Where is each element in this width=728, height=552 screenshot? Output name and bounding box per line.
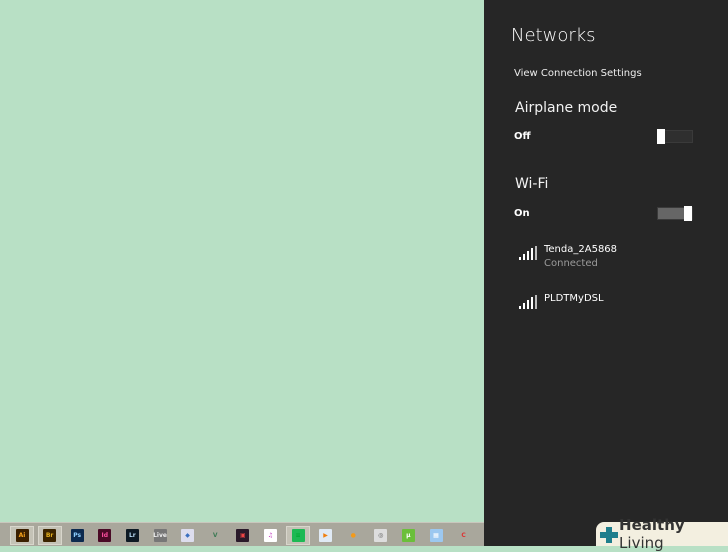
taskbar-app-app-diamond[interactable]: ◆ xyxy=(176,526,200,545)
taskbar-app-bridge[interactable]: Br xyxy=(37,526,62,545)
taskbar-app-orange-app[interactable]: ● xyxy=(341,526,365,545)
itunes-icon: ♫ xyxy=(263,529,277,542)
healthy-living-watermark: Healthy Living xyxy=(596,516,728,552)
photoshop-icon: Ps xyxy=(70,529,84,542)
toggle-knob xyxy=(684,206,692,221)
wifi-toggle[interactable] xyxy=(657,206,693,221)
bridge-icon: Br xyxy=(43,529,57,542)
taskbar-app-ccleaner[interactable]: C xyxy=(452,526,476,545)
taskbar-app-media-player[interactable]: ▶ xyxy=(314,526,338,545)
networks-panel: Networks View Connection Settings Airpla… xyxy=(484,0,728,546)
wifi-signal-icon xyxy=(519,246,537,260)
view-connection-settings-link[interactable]: View Connection Settings xyxy=(514,68,642,79)
taskbar-app-disc-app[interactable]: ◎ xyxy=(369,526,393,545)
taskbar-app-lightroom[interactable]: Lr xyxy=(120,526,144,545)
taskbar-app-vectorizer[interactable]: V xyxy=(203,526,227,545)
taskbar-app-media-app[interactable]: ▣ xyxy=(231,526,255,545)
taskbar-app-live[interactable]: Live xyxy=(148,526,172,545)
vectorizer-icon: V xyxy=(212,532,218,539)
airplane-mode-heading: Airplane mode xyxy=(515,100,618,116)
taskbar-app-calculator[interactable]: ▦ xyxy=(424,526,448,545)
airplane-mode-toggle[interactable] xyxy=(657,129,693,144)
airplane-mode-state: Off xyxy=(514,131,531,142)
app-diamond-icon: ◆ xyxy=(181,529,195,542)
ccleaner-icon: C xyxy=(461,532,466,539)
spotify-icon: ≡ xyxy=(291,529,305,542)
cross-logo-icon xyxy=(600,525,619,543)
taskbar-app-spotify[interactable]: ≡ xyxy=(286,526,310,545)
media-app-icon: ▣ xyxy=(236,529,250,542)
brand-bold: Healthy xyxy=(619,516,685,534)
calculator-icon: ▦ xyxy=(429,529,443,542)
wifi-state: On xyxy=(514,208,530,219)
live-icon: Live xyxy=(153,529,167,542)
wifi-heading: Wi-Fi xyxy=(515,176,549,192)
taskbar-app-photoshop[interactable]: Ps xyxy=(65,526,89,545)
lightroom-icon: Lr xyxy=(125,529,139,542)
taskbar-app-illustrator[interactable]: Ai xyxy=(10,526,34,545)
desktop xyxy=(0,0,484,522)
network-ssid: Tenda_2A5868 xyxy=(544,244,618,255)
panel-title: Networks xyxy=(511,25,596,46)
taskbar-app-indesign[interactable]: Id xyxy=(93,526,117,545)
network-status: Connected xyxy=(544,258,598,269)
brand-rest: Living xyxy=(619,534,664,552)
orange-app-icon: ● xyxy=(350,532,356,539)
illustrator-icon: Ai xyxy=(15,529,29,542)
disc-app-icon: ◎ xyxy=(374,529,388,542)
network-ssid: PLDTMyDSL xyxy=(544,293,604,304)
media-player-icon: ▶ xyxy=(319,529,333,542)
indesign-icon: Id xyxy=(98,529,112,542)
network-item[interactable]: Tenda_2A5868 Connected xyxy=(519,244,699,274)
wifi-signal-icon xyxy=(519,295,537,309)
utorrent-icon: µ xyxy=(401,529,415,542)
taskbar: Ai Br Ps Id Lr Live ◆ V ▣ ♫ ≡ ▶ ● ◎ µ ▦ C xyxy=(0,522,484,546)
toggle-knob xyxy=(657,129,665,144)
taskbar-app-itunes[interactable]: ♫ xyxy=(258,526,282,545)
taskbar-app-utorrent[interactable]: µ xyxy=(396,526,420,545)
network-item[interactable]: PLDTMyDSL xyxy=(519,293,699,313)
